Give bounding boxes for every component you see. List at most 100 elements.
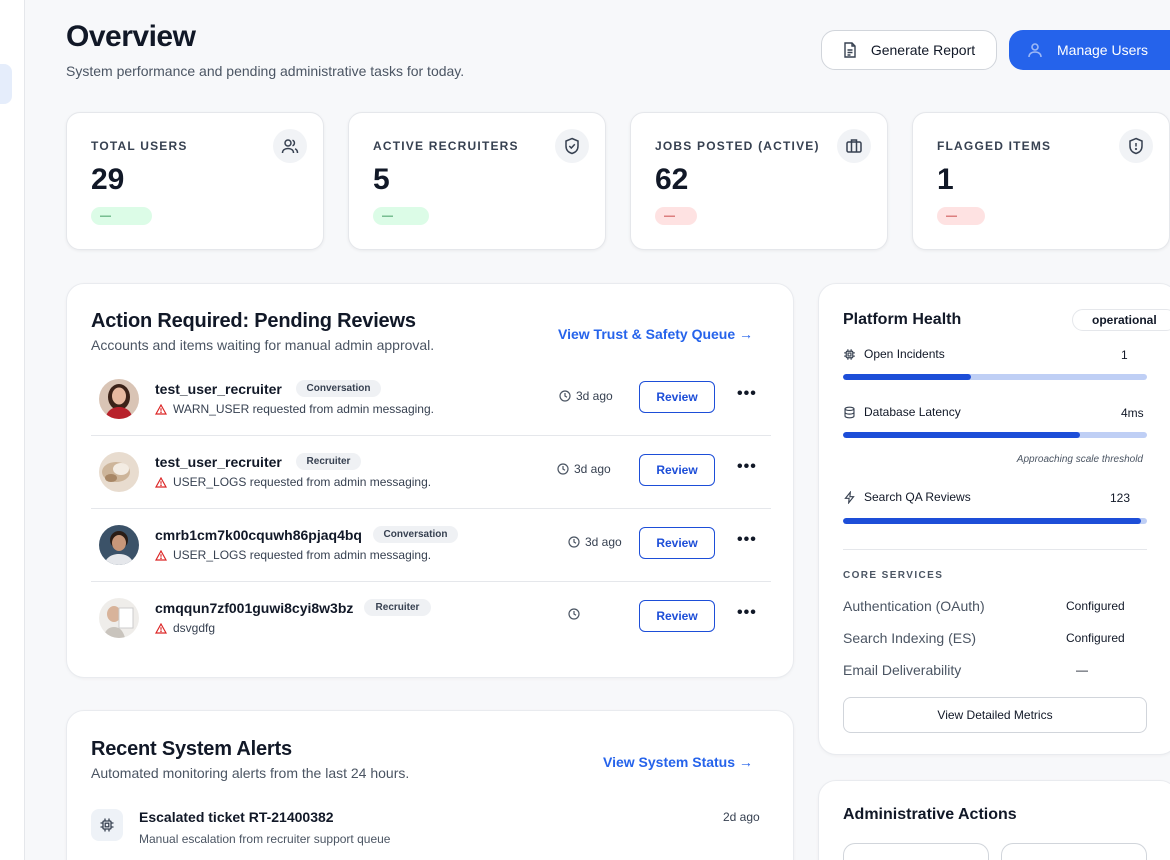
review-message-text: WARN_USER requested from admin messaging… — [173, 402, 434, 416]
metric-open-incidents: Open Incidents — [843, 347, 945, 361]
review-time-text: 3d ago — [585, 535, 622, 549]
review-tag: Recruiter — [364, 599, 431, 616]
more-options-icon[interactable]: ••• — [737, 385, 757, 403]
lightning-icon — [843, 490, 856, 504]
users-icon — [273, 129, 307, 163]
metric-progress-bar — [843, 374, 1147, 380]
stat-label: FLAGGED ITEMS — [937, 139, 1052, 153]
briefcase-icon — [837, 129, 871, 163]
core-services-label: CORE SERVICES — [843, 570, 944, 581]
review-message-text: USER_LOGS requested from admin messaging… — [173, 548, 432, 562]
alert-title[interactable]: Escalated ticket RT-21400382 — [139, 809, 334, 825]
avatar — [99, 598, 139, 638]
generate-report-label: Generate Report — [870, 42, 976, 58]
review-row: cmqqun7zf001guwi8cyi8w3bz Recruiter dsvg… — [91, 582, 771, 655]
system-alerts-subtitle: Automated monitoring alerts from the las… — [91, 765, 410, 781]
review-tag: Recruiter — [296, 453, 361, 470]
alert-description: Manual escalation from recruiter support… — [139, 832, 391, 846]
stat-card-flagged-items: FLAGGED ITEMS 1 — — [912, 112, 1170, 250]
generate-report-button[interactable]: Generate Report — [821, 30, 997, 70]
divider — [843, 549, 1147, 550]
more-options-icon[interactable]: ••• — [737, 531, 757, 549]
sidebar-active-item[interactable] — [0, 64, 12, 104]
review-name[interactable]: test_user_recruiter — [155, 381, 282, 397]
trust-safety-queue-link[interactable]: View Trust & Safety Queue → — [558, 326, 753, 342]
cpu-icon — [91, 809, 123, 841]
stat-trend-badge: — — [937, 207, 985, 225]
stat-value: 62 — [655, 163, 689, 196]
pending-reviews-title: Action Required: Pending Reviews — [91, 310, 416, 332]
administrative-actions-panel: Administrative Actions — [818, 780, 1170, 860]
more-options-icon[interactable]: ••• — [737, 458, 757, 476]
stat-value: 1 — [937, 163, 954, 196]
shield-check-icon — [555, 129, 589, 163]
review-time: 3d ago — [559, 389, 613, 403]
review-button[interactable]: Review — [639, 527, 715, 559]
review-row: test_user_recruiter Conversation WARN_US… — [91, 363, 771, 436]
review-time: 3d ago — [568, 535, 622, 549]
review-button[interactable]: Review — [639, 454, 715, 486]
review-time-text: 3d ago — [576, 389, 613, 403]
alert-time: 2d ago — [723, 810, 760, 824]
stat-card-jobs-posted: JOBS POSTED (ACTIVE) 62 — — [630, 112, 888, 250]
review-name[interactable]: cmqqun7zf001guwi8cyi8w3bz — [155, 600, 353, 616]
pending-reviews-subtitle: Accounts and items waiting for manual ad… — [91, 337, 435, 353]
status-badge: operational — [1072, 309, 1170, 331]
system-alerts-title: Recent System Alerts — [91, 738, 292, 760]
pending-reviews-panel: Action Required: Pending Reviews Account… — [66, 283, 794, 678]
clock-icon — [568, 536, 580, 548]
metric-label: Open Incidents — [864, 347, 945, 361]
avatar — [99, 452, 139, 492]
stat-trend-badge: — — [373, 207, 429, 225]
metric-progress-fill — [843, 518, 1141, 524]
service-name: Authentication (OAuth) — [843, 598, 985, 614]
user-icon — [1027, 42, 1043, 58]
more-options-icon[interactable]: ••• — [737, 604, 757, 622]
review-name[interactable]: cmrb1cm7k00cquwh86pjaq4bq — [155, 527, 362, 543]
metric-label: Database Latency — [864, 405, 961, 419]
review-message: USER_LOGS requested from admin messaging… — [155, 475, 431, 489]
review-name[interactable]: test_user_recruiter — [155, 454, 282, 470]
review-message: USER_LOGS requested from admin messaging… — [155, 548, 431, 562]
manage-users-label: Manage Users — [1057, 42, 1149, 58]
warning-icon — [155, 622, 167, 634]
administrative-actions-title: Administrative Actions — [843, 806, 1017, 823]
manage-users-button[interactable]: Manage Users — [1009, 30, 1170, 70]
stat-trend-badge: — — [91, 207, 152, 225]
platform-health-title: Platform Health — [843, 311, 962, 328]
metric-value: 123 — [1110, 491, 1131, 505]
document-icon — [843, 42, 857, 58]
stat-value: 29 — [91, 163, 125, 196]
metric-progress-fill — [843, 432, 1081, 438]
cpu-icon — [843, 348, 856, 361]
review-tag: Conversation — [373, 526, 458, 543]
review-button[interactable]: Review — [639, 381, 715, 413]
stat-card-active-recruiters: ACTIVE RECRUITERS 5 — — [348, 112, 606, 250]
service-status: — — [1076, 663, 1088, 677]
system-status-link[interactable]: View System Status → — [603, 754, 753, 770]
warning-icon — [155, 403, 167, 415]
shield-alert-icon — [1119, 129, 1153, 163]
stat-card-total-users: TOTAL USERS 29 — — [66, 112, 324, 250]
clock-icon — [559, 390, 571, 402]
review-time: 3d ago — [557, 462, 611, 476]
review-row: cmrb1cm7k00cquwh86pjaq4bq Conversation U… — [91, 509, 771, 582]
metric-note: Approaching scale threshold — [1016, 454, 1143, 465]
stat-trend-badge: — — [655, 207, 697, 225]
avatar — [99, 525, 139, 565]
review-message: WARN_USER requested from admin messaging… — [155, 402, 434, 416]
admin-action-button[interactable] — [843, 843, 989, 860]
page-title: Overview — [66, 20, 196, 53]
metric-search-qa-reviews: Search QA Reviews — [843, 490, 971, 504]
clock-icon — [557, 463, 569, 475]
review-time — [568, 608, 585, 620]
review-time-text: 3d ago — [574, 462, 611, 476]
stat-label: TOTAL USERS — [91, 139, 188, 153]
service-status: Configured — [1066, 631, 1125, 645]
admin-action-button[interactable] — [1001, 843, 1147, 860]
system-alerts-panel: Recent System Alerts Automated monitorin… — [66, 710, 794, 860]
metric-value: 4ms — [1121, 406, 1144, 420]
review-row: test_user_recruiter Recruiter USER_LOGS … — [91, 436, 771, 509]
view-detailed-metrics-button[interactable]: View Detailed Metrics — [843, 697, 1147, 733]
review-button[interactable]: Review — [639, 600, 715, 632]
